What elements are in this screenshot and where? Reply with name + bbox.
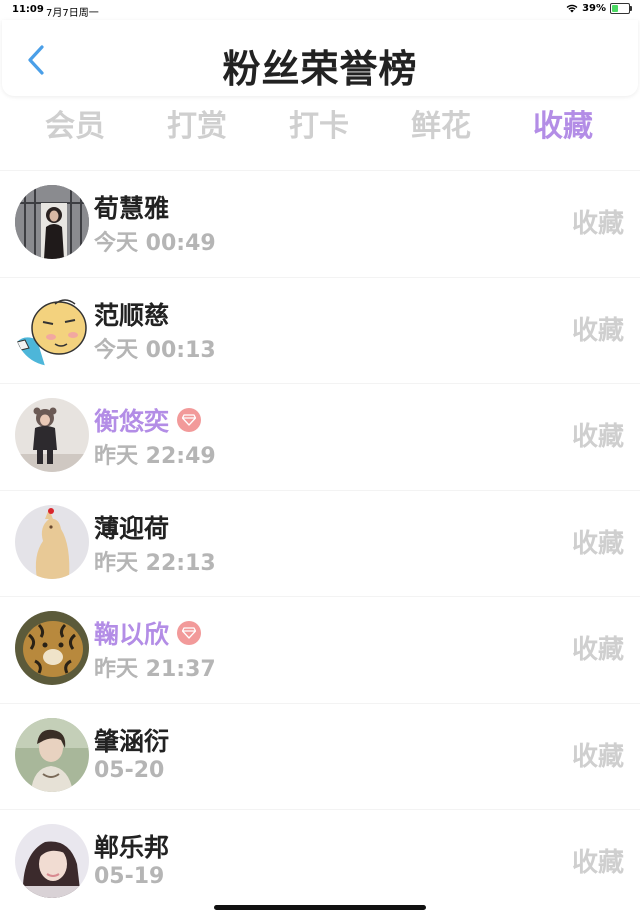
fan-name: 范顺慈: [94, 300, 170, 330]
action-label: 收藏: [571, 848, 624, 878]
avatar[interactable]: [15, 717, 89, 792]
fan-time: 今天 00:13: [94, 337, 216, 363]
fan-name: 荀慧雅: [94, 194, 170, 223]
fan-time: 05-19: [94, 864, 165, 889]
fan-time: 昨天 22:49: [94, 444, 216, 469]
avatar[interactable]: [15, 291, 89, 366]
battery-fill: [612, 5, 619, 12]
home-indicator[interactable]: [214, 905, 426, 910]
tab-checkin[interactable]: 打卡: [258, 100, 380, 154]
battery-percent: 39%: [582, 3, 606, 14]
name-line: 郸乐邦: [94, 828, 169, 864]
fan-name: 肇涵衍: [94, 726, 170, 756]
fan-name: 衡悠奕: [94, 407, 170, 436]
list-item[interactable]: 郸乐邦 05-19 收藏: [0, 809, 640, 916]
action-label: 收藏: [571, 528, 624, 559]
list-item[interactable]: 衡悠奕 昨天 22:49 收藏: [0, 383, 640, 490]
fan-time: 今天 00:49: [94, 231, 216, 256]
fan-name: 郸乐邦: [94, 833, 170, 862]
status-right: 39%: [566, 3, 632, 14]
name-line: 荀慧雅: [94, 189, 169, 225]
avatar[interactable]: [15, 824, 89, 898]
fan-time: 昨天 21:37: [94, 657, 216, 682]
action-label: 收藏: [571, 315, 624, 346]
battery-icon: [610, 3, 632, 14]
list-item[interactable]: 荀慧雅 今天 00:49 收藏: [0, 170, 640, 277]
status-date: 7月7日周一: [46, 8, 99, 19]
list-item[interactable]: 薄迎荷 昨天 22:13 收藏: [0, 489, 640, 597]
name-line: 肇涵衍: [94, 722, 169, 758]
avatar[interactable]: [15, 185, 89, 259]
tab-flowers[interactable]: 鲜花: [380, 100, 502, 154]
page-title: 粉丝荣誉榜: [222, 47, 418, 91]
list-item[interactable]: 鞠以欣 昨天 21:37 收藏: [0, 596, 640, 703]
status-bar: 11:09 7月7日周一 39%: [0, 0, 640, 20]
diamond-icon: [177, 408, 202, 432]
list-item[interactable]: 范顺慈 今天 00:13 收藏: [0, 276, 640, 384]
action-label: 收藏: [571, 422, 624, 452]
action-label: 收藏: [571, 635, 624, 665]
avatar[interactable]: [15, 398, 89, 472]
action-label: 收藏: [571, 209, 624, 239]
fan-time: 昨天 22:13: [94, 550, 216, 576]
header: 粉丝荣誉榜: [2, 20, 638, 96]
avatar[interactable]: [15, 611, 89, 685]
name-line: 鞠以欣: [94, 615, 202, 651]
tab-member[interactable]: 会员: [14, 100, 136, 154]
tab-favorites[interactable]: 收藏: [502, 100, 624, 154]
fan-name: 薄迎荷: [94, 513, 170, 543]
action-label: 收藏: [571, 741, 624, 772]
tab-bar: 会员 打赏 打卡 鲜花 收藏: [0, 100, 640, 154]
name-line: 范顺慈: [94, 296, 169, 332]
fan-list: 荀慧雅 今天 00:49 收藏 范顺慈 今天 00:13 收藏 衡悠奕 昨天 2…: [0, 170, 640, 916]
name-line: 衡悠奕: [94, 402, 202, 438]
list-item[interactable]: 肇涵衍 05-20 收藏: [0, 702, 640, 810]
fan-time: 05-20: [94, 757, 165, 783]
tab-reward[interactable]: 打赏: [136, 100, 258, 154]
wifi-icon: [566, 4, 578, 13]
avatar[interactable]: [15, 504, 89, 579]
diamond-icon: [177, 621, 202, 645]
fan-name: 鞠以欣: [94, 620, 170, 649]
name-line: 薄迎荷: [94, 509, 169, 545]
status-time: 11:09: [12, 4, 44, 15]
